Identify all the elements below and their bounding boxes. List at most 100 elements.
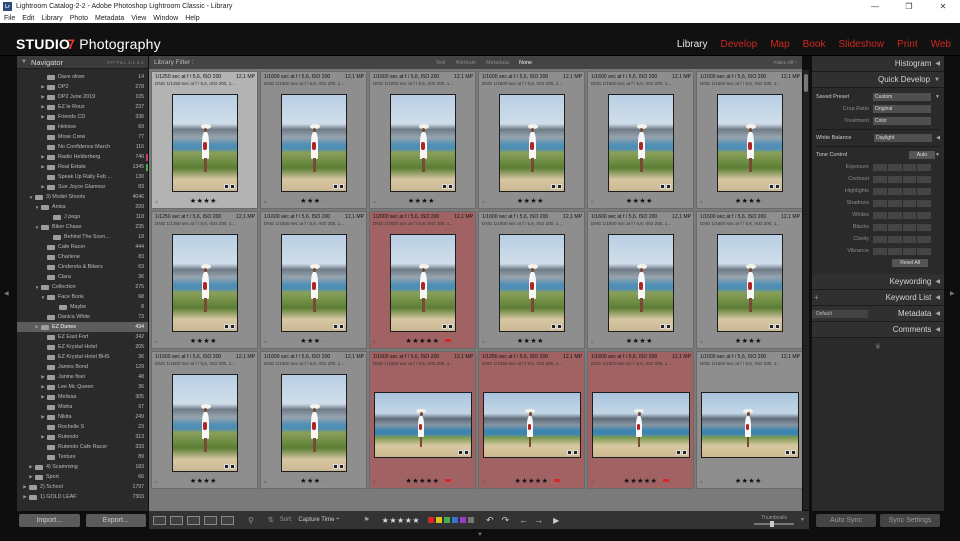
star-rating[interactable]: ★★★★·	[152, 477, 257, 485]
flag-corner-icon[interactable]: ⌂	[155, 479, 158, 485]
disclosure-triangle-icon[interactable]: ▶	[39, 94, 47, 100]
disclosure-triangle-icon[interactable]: ▶	[39, 384, 47, 390]
folder-row[interactable]: Behind The Scen... 18	[17, 232, 148, 242]
disclosure-triangle-icon[interactable]: ▶	[39, 114, 47, 120]
slider-knob[interactable]	[770, 521, 775, 527]
adjust-step-button[interactable]	[873, 223, 887, 231]
disclosure-triangle-icon[interactable]: ▶	[39, 184, 47, 190]
export-button[interactable]: Export...	[85, 514, 146, 527]
disclosure-triangle-icon[interactable]: ▶	[39, 104, 47, 110]
develop-badge-icon[interactable]	[557, 324, 562, 329]
import-button[interactable]: Import...	[19, 514, 80, 527]
crop-badge-icon[interactable]	[224, 184, 229, 189]
star-rating[interactable]: ★★★· ·	[261, 337, 366, 345]
adjust-step-button[interactable]	[873, 211, 887, 219]
star-rating[interactable]: ★★★★·	[152, 197, 257, 205]
crop-badge-icon[interactable]	[567, 450, 572, 455]
close-button[interactable]: ✕	[926, 2, 960, 11]
toolbar-menu-icon[interactable]: ▼	[800, 517, 805, 523]
auto-sync-button[interactable]: Auto Sync	[816, 514, 876, 527]
photo-cell[interactable]: 1/1600 sec at f / 5,6, ISO 200 12,1 MP DNG…	[696, 71, 802, 209]
module-library[interactable]: Library	[677, 39, 708, 50]
adjust-step-button[interactable]	[917, 175, 931, 183]
crop-badge-icon[interactable]	[785, 450, 790, 455]
adjust-step-button[interactable]	[887, 187, 902, 195]
photo-thumbnail[interactable]	[499, 234, 565, 332]
folder-row[interactable]: ▶ Janine fisei 48	[17, 372, 148, 382]
preset-triangle-icon[interactable]: ▼	[935, 94, 940, 100]
adjust-step-button[interactable]	[902, 175, 917, 183]
folder-row[interactable]: ▼ Biker Chase 235	[17, 222, 148, 232]
metadata-header[interactable]: Default Metadata ◀	[812, 306, 944, 322]
star-rating[interactable]: ★★★★·	[697, 337, 802, 345]
flag-corner-icon[interactable]: ⌂	[482, 339, 485, 345]
right-panel-collapse-icon[interactable]: ▶	[950, 290, 955, 297]
crop-ratio-select[interactable]: Original	[873, 105, 931, 113]
adjust-step-button[interactable]	[873, 247, 887, 255]
photo-cell[interactable]: 1/1600 sec at f / 5,6, ISO 200 12,1 MP DNG…	[260, 71, 367, 209]
photo-thumbnail[interactable]	[608, 94, 674, 192]
folder-row[interactable]: EZ Krystal Hotel BHS 36	[17, 352, 148, 362]
disclosure-triangle-icon[interactable]: ▶	[27, 464, 35, 470]
adjust-step-button[interactable]	[917, 235, 931, 243]
develop-badge-icon[interactable]	[791, 450, 796, 455]
menu-photo[interactable]: Photo	[70, 15, 88, 22]
disclosure-triangle-icon[interactable]: ▼	[33, 285, 41, 290]
disclosure-triangle-icon[interactable]: ▶	[39, 374, 47, 380]
folder-row[interactable]: Cinderela & Bikers 63	[17, 262, 148, 272]
flag-corner-icon[interactable]: ⌂	[373, 199, 376, 205]
adjust-step-button[interactable]	[887, 235, 902, 243]
develop-badge-icon[interactable]	[339, 464, 344, 469]
folder-row[interactable]: Maybe 8	[17, 302, 148, 312]
adjust-step-button[interactable]	[917, 163, 931, 171]
crop-badge-icon[interactable]	[660, 324, 665, 329]
star-rating[interactable]: ★★★★★	[370, 477, 475, 485]
star-rating[interactable]: ★★★· ·	[261, 197, 366, 205]
filter-text[interactable]: Text	[435, 60, 445, 66]
adjust-step-button[interactable]	[887, 175, 902, 183]
disclosure-triangle-icon[interactable]: ▶	[39, 84, 47, 90]
flag-corner-icon[interactable]: ⌂	[700, 199, 703, 205]
adjust-step-button[interactable]	[902, 223, 917, 231]
flag-corner-icon[interactable]: ⌂	[591, 339, 594, 345]
menu-window[interactable]: Window	[153, 15, 178, 22]
folder-row[interactable]: ▶ Radio Helderberg 740	[17, 152, 148, 162]
folder-row[interactable]: ▼ Face Book 68	[17, 292, 148, 302]
folder-row[interactable]: Rutendo Cafe Racer 333	[17, 442, 148, 452]
star-rating[interactable]: ★★★★·	[479, 337, 584, 345]
flag-corner-icon[interactable]: ⌂	[591, 479, 594, 485]
disclosure-triangle-icon[interactable]: ▶	[33, 324, 41, 330]
adjust-step-button[interactable]	[887, 199, 902, 207]
photo-cell[interactable]: 1/1600 sec at f / 5,6, ISO 200 12,1 MP DNG…	[478, 71, 585, 209]
crop-badge-icon[interactable]	[333, 324, 338, 329]
folder-row[interactable]: ▶ 1) GOLD LEAF 7303	[17, 492, 148, 502]
develop-badge-icon[interactable]	[573, 450, 578, 455]
loupe-view-icon[interactable]	[170, 515, 183, 525]
develop-badge-icon[interactable]	[666, 324, 671, 329]
photo-cell[interactable]: 1/1600 sec at f / 5,6, ISO 200 12,1 MP DNG…	[587, 211, 694, 349]
menu-edit[interactable]: Edit	[22, 15, 34, 22]
white-balance-select[interactable]: Daylight	[874, 134, 933, 142]
thumbnail-size-slider[interactable]	[754, 521, 795, 527]
photo-cell[interactable]: 1/1600 sec at f / 5,6, ISO 200 12,1 MP DNG…	[478, 211, 585, 349]
photo-cell[interactable]: 1/1600 sec at f / 5,6, ISO 200 12,1 MP DNG…	[151, 351, 258, 489]
survey-view-icon[interactable]	[204, 515, 217, 525]
keyword-list-header[interactable]: + Keyword List ◀	[812, 290, 944, 306]
disclosure-triangle-icon[interactable]: ▼	[39, 295, 47, 300]
module-develop[interactable]: Develop	[721, 39, 758, 50]
disclosure-triangle-icon[interactable]: ▶	[39, 414, 47, 420]
rotate-left-icon[interactable]: ↶	[486, 515, 494, 526]
navigator-zoom-options[interactable]: FIT FILL 1:1 2:1	[107, 60, 144, 65]
adjust-step-button[interactable]	[917, 199, 931, 207]
develop-badge-icon[interactable]	[682, 450, 687, 455]
photo-thumbnail[interactable]	[608, 234, 674, 332]
disclosure-triangle-icon[interactable]: ▼	[27, 195, 35, 200]
filters-off-dropdown[interactable]: Filters Off ÷	[774, 60, 797, 65]
flag-icon[interactable]: ⚑	[363, 516, 369, 524]
photo-thumbnail[interactable]	[717, 94, 783, 192]
star-rating[interactable]: ★★★★·	[370, 197, 475, 205]
folder-row[interactable]: ▶ Nikita 249	[17, 412, 148, 422]
folder-row[interactable]: Clara 36	[17, 272, 148, 282]
rating-stars[interactable]: ★★★★★	[382, 516, 420, 525]
star-rating[interactable]: ★★★★·	[152, 337, 257, 345]
